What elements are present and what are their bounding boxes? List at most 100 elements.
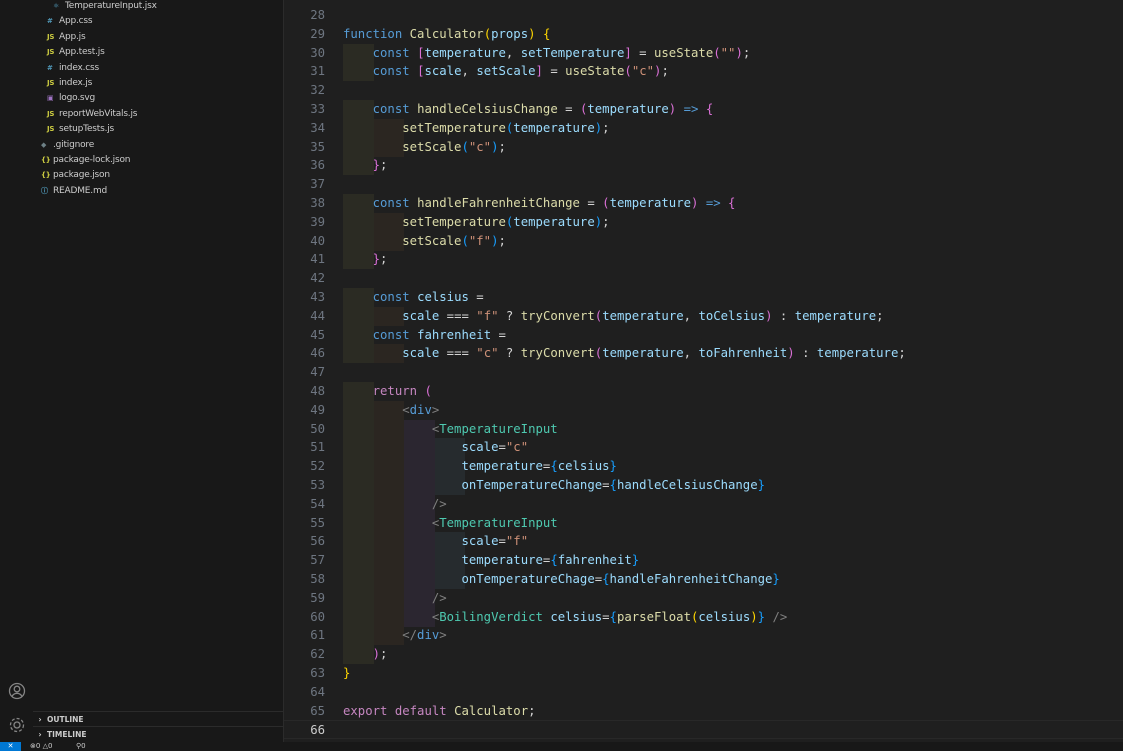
js-icon: JS bbox=[47, 125, 55, 134]
code-line[interactable]: 62 ); bbox=[284, 645, 1123, 665]
outline-section-header[interactable]: › OUTLINE bbox=[33, 711, 283, 727]
code-line[interactable]: 30 const [temperature, setTemperature] =… bbox=[284, 43, 1123, 63]
line-number: 41 bbox=[310, 252, 325, 267]
remote-indicator-icon[interactable]: ✕ bbox=[0, 742, 21, 751]
code-line[interactable]: 44 scale === "f" ? tryConvert(temperatur… bbox=[284, 306, 1123, 326]
code-line[interactable]: 39 setTemperature(temperature); bbox=[284, 212, 1123, 232]
accounts-icon[interactable] bbox=[6, 680, 28, 702]
timeline-label: TIMELINE bbox=[47, 730, 87, 739]
file-name: index.css bbox=[59, 62, 100, 73]
code-line[interactable]: 43 const celsius = bbox=[284, 288, 1123, 307]
code-line[interactable]: 40 setScale("f"); bbox=[284, 231, 1123, 251]
warning-count: 0 bbox=[47, 742, 53, 750]
code-line[interactable]: 32 bbox=[284, 81, 1123, 100]
file-tree-item[interactable]: # App.css bbox=[47, 14, 93, 29]
code-editor[interactable]: 28 29 function Calculator(props) {30 const… bbox=[284, 0, 1123, 742]
code-text: /> bbox=[431, 590, 447, 605]
line-number: 32 bbox=[310, 83, 325, 98]
code-line[interactable]: 35 setScale("c"); bbox=[284, 137, 1123, 157]
file-tree-item[interactable]: ▣ logo.svg bbox=[47, 91, 95, 106]
code-line[interactable]: 55 <TemperatureInput bbox=[284, 513, 1123, 533]
file-tree-item[interactable]: JS reportWebVitals.js bbox=[47, 107, 137, 122]
line-number: 30 bbox=[310, 45, 325, 60]
code-line[interactable]: 59 /> bbox=[284, 588, 1123, 608]
code-line[interactable]: 50 <TemperatureInput bbox=[284, 419, 1123, 439]
line-number: 51 bbox=[310, 440, 325, 455]
file-tree-item[interactable]: {} package-lock.json bbox=[41, 153, 130, 168]
line-number: 36 bbox=[310, 158, 325, 173]
line-number: 57 bbox=[310, 553, 325, 568]
code-text: } bbox=[343, 666, 351, 680]
code-line[interactable]: 56 scale="f" bbox=[284, 532, 1123, 552]
code-line[interactable]: 34 setTemperature(temperature); bbox=[284, 118, 1123, 138]
gear-icon[interactable] bbox=[6, 714, 28, 736]
line-number: 50 bbox=[310, 421, 325, 436]
code-text: const fahrenheit = bbox=[372, 327, 506, 342]
code-line[interactable]: 64 bbox=[284, 683, 1123, 702]
code-line[interactable]: 51 scale="c" bbox=[284, 438, 1123, 458]
ports-count: 0 bbox=[81, 742, 86, 750]
code-line[interactable]: 54 /> bbox=[284, 494, 1123, 514]
line-number: 40 bbox=[310, 233, 325, 248]
code-line[interactable]: 31 const [scale, setScale] = useState("c… bbox=[284, 62, 1123, 82]
code-line[interactable]: 42 bbox=[284, 269, 1123, 288]
code-line[interactable]: 53 onTemperatureChange={handleCelsiusCha… bbox=[284, 476, 1123, 495]
file-tree-item[interactable]: ⓘ README.md bbox=[41, 184, 107, 199]
code-line[interactable]: 46 scale === "c" ? tryConvert(temperatur… bbox=[284, 344, 1123, 364]
file-tree-item[interactable]: # index.css bbox=[47, 61, 99, 76]
file-tree-item[interactable]: ⚛ TemperatureInput.jsx bbox=[53, 0, 157, 14]
code-line[interactable]: 61 </div> bbox=[284, 626, 1123, 646]
line-number: 66 bbox=[310, 723, 325, 738]
code-text: }; bbox=[372, 158, 388, 173]
js-icon: JS bbox=[47, 48, 55, 57]
code-line[interactable]: 58 onTemperatureChage={handleFahrenheitC… bbox=[284, 570, 1123, 589]
line-number: 54 bbox=[310, 496, 325, 511]
ports-status[interactable]: ⚲0 bbox=[76, 742, 86, 751]
file-tree-item[interactable]: ◆ .gitignore bbox=[41, 138, 94, 153]
code-line[interactable]: 57 temperature={fahrenheit} bbox=[284, 551, 1123, 571]
js-icon: JS bbox=[47, 79, 55, 87]
file-name: reportWebVitals.js bbox=[59, 108, 138, 119]
problems-status[interactable]: ⊗0 △0 bbox=[30, 742, 52, 751]
code-text: const [scale, setScale] = useState("c"); bbox=[372, 64, 669, 79]
code-line[interactable]: 66 bbox=[284, 720, 1123, 740]
line-number: 31 bbox=[310, 64, 325, 79]
file-name: App.css bbox=[59, 16, 93, 27]
file-name: README.md bbox=[53, 185, 108, 196]
code-line[interactable]: 49 <div> bbox=[284, 400, 1123, 420]
git-icon: ◆ bbox=[41, 140, 47, 149]
code-text: /> bbox=[431, 496, 447, 511]
code-line[interactable]: 33 const handleCelsiusChange = (temperat… bbox=[284, 100, 1123, 119]
code-text: const handleCelsiusChange = (temperature… bbox=[372, 102, 714, 116]
line-number: 60 bbox=[310, 609, 325, 624]
line-number: 39 bbox=[310, 214, 325, 229]
code-line[interactable]: 45 const fahrenheit = bbox=[284, 325, 1123, 345]
css-icon: # bbox=[47, 63, 53, 72]
line-number: 56 bbox=[310, 534, 325, 549]
code-line[interactable]: 60 <BoilingVerdict celsius={parseFloat(c… bbox=[284, 607, 1123, 627]
code-line[interactable]: 52 temperature={celsius} bbox=[284, 457, 1123, 477]
file-tree-item[interactable]: {} package.json bbox=[41, 168, 110, 183]
code-line[interactable]: 29 function Calculator(props) { bbox=[284, 25, 1123, 44]
js-icon: JS bbox=[47, 32, 55, 41]
code-line[interactable]: 48 return ( bbox=[284, 382, 1123, 401]
code-line[interactable]: 28 bbox=[284, 6, 1123, 25]
file-tree-item[interactable]: JS setupTests.js bbox=[47, 122, 114, 137]
file-tree-item[interactable]: JS App.test.js bbox=[47, 45, 105, 60]
code-line[interactable]: 65 export default Calculator; bbox=[284, 702, 1123, 721]
code-line[interactable]: 47 bbox=[284, 363, 1123, 382]
code-line[interactable]: 63} bbox=[284, 664, 1123, 683]
file-tree-item[interactable]: JS index.js bbox=[47, 76, 92, 91]
file-tree-item[interactable]: JS App.js bbox=[47, 30, 86, 45]
code-line[interactable]: 37 bbox=[284, 175, 1123, 194]
outline-label: OUTLINE bbox=[47, 715, 84, 724]
explorer-sidebar: ⚛ TemperatureInput.jsx # App.css JS App.js JS A… bbox=[33, 0, 284, 742]
code-text: scale === "c" ? tryConvert(temperature, … bbox=[402, 346, 906, 361]
code-line[interactable]: 38 const handleFahrenheitChange = (tempe… bbox=[284, 194, 1123, 213]
code-line[interactable]: 41 }; bbox=[284, 250, 1123, 270]
line-number: 63 bbox=[310, 666, 325, 680]
line-number: 59 bbox=[310, 590, 325, 605]
timeline-section-header[interactable]: › TIMELINE bbox=[33, 726, 283, 742]
code-line[interactable]: 36 }; bbox=[284, 156, 1123, 176]
file-name: setupTests.js bbox=[59, 124, 115, 135]
